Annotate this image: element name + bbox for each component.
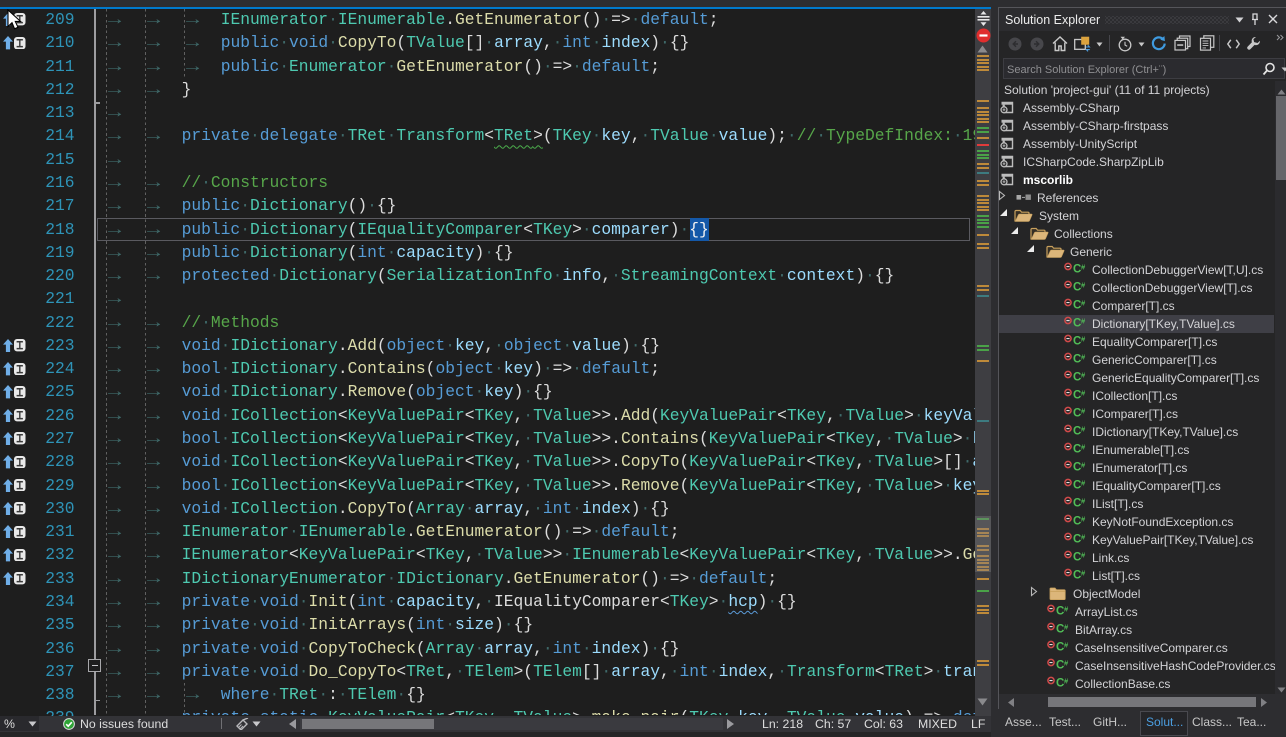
svg-text:#: # bbox=[1081, 425, 1086, 434]
svg-text:#: # bbox=[1064, 659, 1069, 668]
svg-text:#: # bbox=[1081, 497, 1086, 506]
svg-text:#: # bbox=[1081, 551, 1086, 560]
svg-text:#: # bbox=[1081, 479, 1086, 488]
svg-text:#: # bbox=[1081, 569, 1086, 578]
svg-text:#: # bbox=[1081, 407, 1086, 416]
svg-text:#: # bbox=[1064, 641, 1069, 650]
svg-text:#: # bbox=[1081, 461, 1086, 470]
svg-text:#: # bbox=[1081, 299, 1086, 308]
svg-text:#: # bbox=[1081, 335, 1086, 344]
svg-text:#: # bbox=[1081, 263, 1086, 272]
svg-text:#: # bbox=[1081, 443, 1086, 452]
svg-text:#: # bbox=[1081, 281, 1086, 290]
svg-text:#: # bbox=[1081, 317, 1086, 326]
svg-text:#: # bbox=[1081, 353, 1086, 362]
svg-text:#: # bbox=[1081, 515, 1086, 524]
svg-text:#: # bbox=[1081, 371, 1086, 380]
svg-text:#: # bbox=[1064, 605, 1069, 614]
svg-text:#: # bbox=[1081, 533, 1086, 542]
svg-text:#: # bbox=[1081, 389, 1086, 398]
svg-text:#: # bbox=[1064, 677, 1069, 686]
svg-text:#: # bbox=[1064, 623, 1069, 632]
